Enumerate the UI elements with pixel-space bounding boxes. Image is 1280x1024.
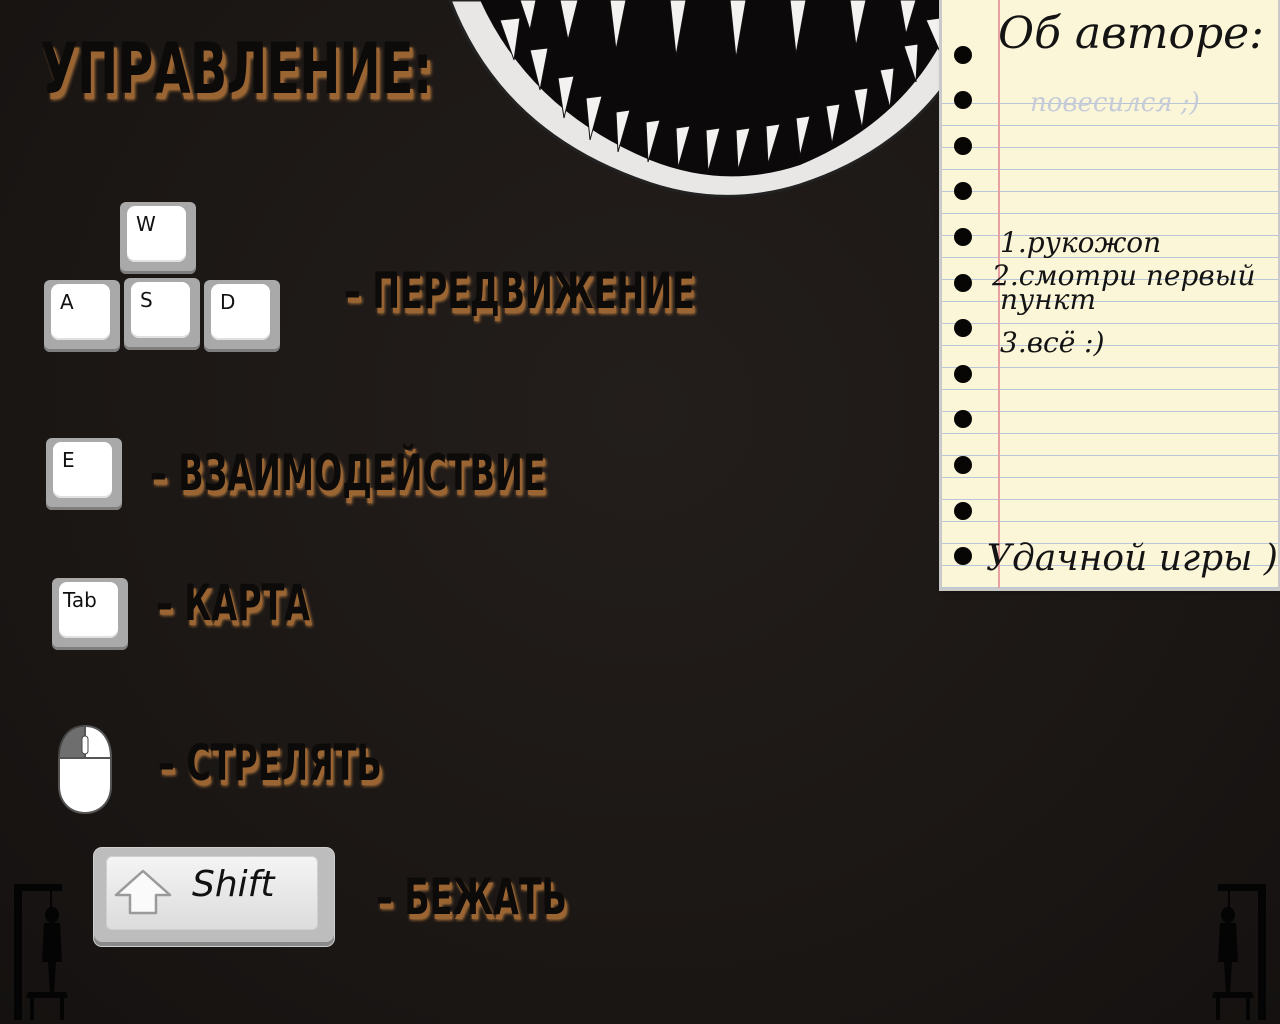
key-tab-label: Tab bbox=[63, 588, 97, 612]
note-subtitle: повесился ;) bbox=[1030, 88, 1200, 118]
shift-arrow-icon bbox=[114, 869, 172, 915]
key-s: S bbox=[124, 278, 200, 350]
hanging-figure-right bbox=[1212, 884, 1266, 1020]
mouth-illustration bbox=[448, 0, 992, 198]
key-a: A bbox=[44, 280, 120, 352]
action-move-label: – ПЕРЕДВИЖЕНИЕ bbox=[344, 262, 695, 320]
key-shift-label: Shift bbox=[192, 864, 275, 905]
note-hole bbox=[954, 274, 972, 292]
controls-title: УПРАВЛЕНИЕ: bbox=[40, 28, 432, 110]
key-d: D bbox=[204, 280, 280, 352]
note-farewell: Удачной игры ) bbox=[986, 538, 1278, 579]
key-a-label: A bbox=[60, 290, 74, 314]
note-item-2: 2.смотри первый пункт bbox=[992, 262, 1256, 314]
note-item-1: 1.рукожоп bbox=[1000, 226, 1162, 259]
mouse-icon bbox=[58, 724, 112, 815]
key-s-label: S bbox=[140, 288, 153, 312]
key-e: E bbox=[46, 438, 122, 510]
note-hole bbox=[954, 547, 972, 565]
about-author-note: Об авторе: повесился ;) 1.рукожоп 2.смот… bbox=[942, 0, 1278, 588]
action-shoot-label: – СТРЕЛЯТЬ bbox=[158, 734, 382, 792]
note-hole bbox=[954, 365, 972, 383]
key-tab: Tab bbox=[52, 578, 128, 650]
note-hole bbox=[954, 228, 972, 246]
action-run-label: – БЕЖАТЬ bbox=[376, 868, 567, 926]
note-hole bbox=[954, 137, 972, 155]
note-hole bbox=[954, 319, 972, 337]
note-hole bbox=[954, 410, 972, 428]
key-w: W bbox=[120, 202, 196, 274]
note-hole bbox=[954, 46, 972, 64]
note-item-3: 3.всё :) bbox=[1000, 326, 1105, 359]
key-shift: Shift bbox=[94, 848, 334, 946]
action-interact-label: – ВЗАИМОДЕЙСТВИЕ bbox=[150, 444, 546, 502]
action-map-label: – КАРТА bbox=[156, 574, 311, 632]
hanging-figure-left bbox=[14, 884, 68, 1020]
key-e-label: E bbox=[62, 448, 75, 472]
note-hole bbox=[954, 182, 972, 200]
key-d-label: D bbox=[220, 290, 236, 314]
note-hole bbox=[954, 502, 972, 520]
note-hole bbox=[954, 456, 972, 474]
key-w-label: W bbox=[136, 212, 156, 236]
note-heading: Об авторе: bbox=[998, 8, 1264, 59]
note-hole bbox=[954, 91, 972, 109]
